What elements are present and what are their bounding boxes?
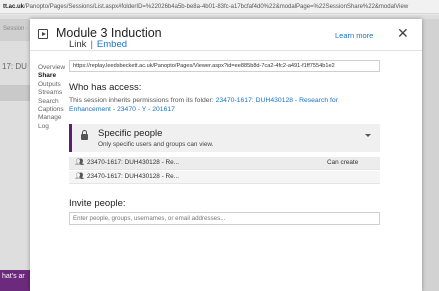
access-level-dropdown[interactable]: Specific people Only specific users and …: [69, 124, 380, 152]
tab-link[interactable]: Link: [69, 39, 86, 50]
inherit-permissions-text: This session inherits permissions from i…: [69, 97, 374, 115]
sidebar-item-manage[interactable]: Manage: [38, 114, 88, 122]
access-level-description: Only specific users and groups can view.: [98, 141, 214, 148]
tab-separator: |: [90, 39, 93, 50]
who-has-access-heading: Who has access:: [69, 82, 142, 93]
inherit-text: This session inherits permissions from i…: [69, 97, 214, 104]
group-icon: 👥︎: [75, 159, 84, 166]
browser-url-bar[interactable]: tt.ac.uk/Panopto/Pages/Sessions/List.asp…: [0, 0, 439, 14]
access-row-role[interactable]: Can create: [327, 157, 358, 169]
group-icon: 👥︎: [75, 173, 84, 180]
share-content: Link | Embed https://replay.leedsbeckett.a…: [69, 34, 385, 115]
chevron-down-icon[interactable]: [365, 134, 371, 137]
background-scroll-area: [422, 19, 439, 291]
background-folder-code: 17: DU: [2, 62, 27, 71]
access-row-name: 23470-1617: DUH430128 - Re...: [87, 173, 180, 180]
url-host: tt.ac.uk: [3, 4, 25, 10]
share-tabs: Link | Embed: [69, 39, 385, 53]
share-link-field[interactable]: https://replay.leedsbeckett.ac.uk/Panopt…: [69, 60, 380, 72]
background-toolbar: Session ·: [0, 19, 34, 41]
access-row[interactable]: 👥︎ 23470-1617: DUH430128 - Re... Can cre…: [69, 157, 380, 170]
lock-icon: [81, 130, 88, 140]
video-session-icon: [38, 29, 48, 39]
invite-people-input[interactable]: [69, 212, 380, 225]
access-level-title: Specific people: [98, 128, 163, 139]
background-block: [0, 85, 30, 101]
access-row[interactable]: 👥︎ 23470-1617: DUH430128 - Re...: [69, 171, 380, 184]
invite-people-heading: Invite people:: [69, 198, 126, 209]
background-footer-text: hat's ar: [0, 270, 30, 291]
url-path: /Panopto/Pages/Sessions/List.aspx#folder…: [24, 4, 409, 10]
access-row-name: 23470-1617: DUH430128 - Re...: [87, 159, 180, 166]
close-icon[interactable]: ✕: [397, 26, 409, 40]
tab-embed[interactable]: Embed: [97, 39, 127, 50]
